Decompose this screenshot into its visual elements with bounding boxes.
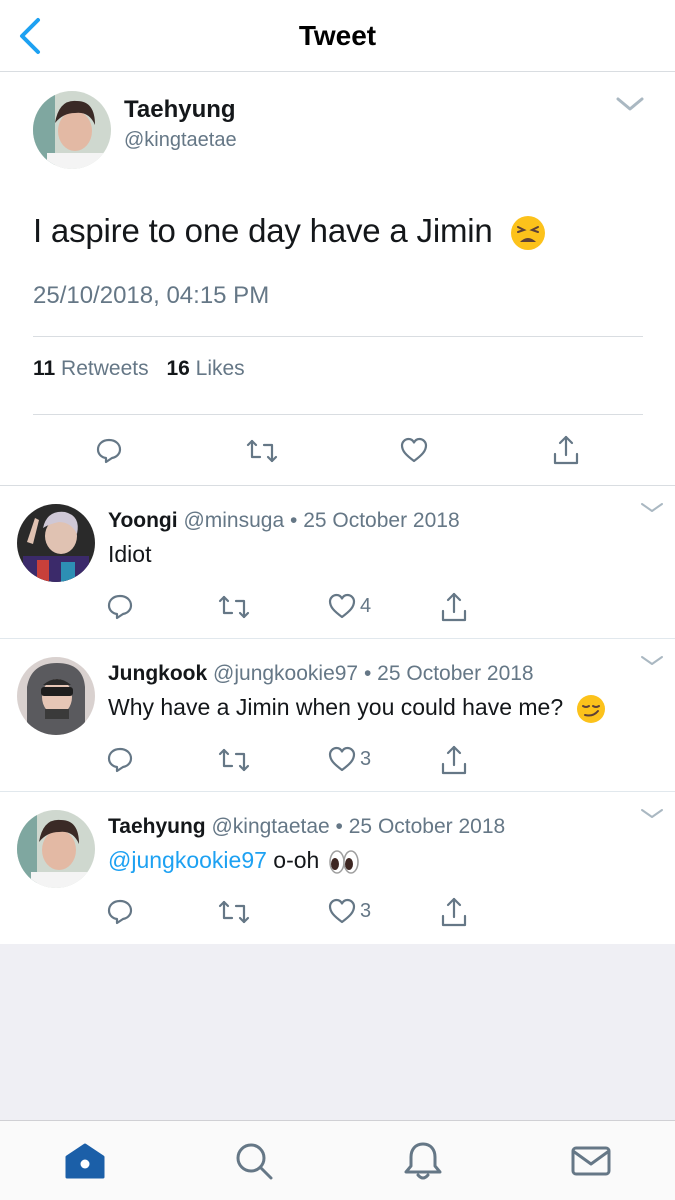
retweet-count[interactable]: 11 — [33, 357, 55, 380]
reply-author-name[interactable]: Yoongi — [108, 509, 178, 532]
reply-date: 25 October 2018 — [377, 662, 534, 685]
tweet-text-content: I aspire to one day have a Jimin — [33, 212, 493, 249]
reply-icon — [96, 438, 122, 464]
reply-tweet[interactable]: Jungkook @jungkookie97 • 25 October 2018… — [0, 640, 675, 792]
like-count: 4 — [360, 595, 372, 617]
heart-icon — [328, 746, 356, 772]
chevron-down-icon — [641, 656, 663, 665]
share-button[interactable] — [440, 744, 468, 776]
reply-header: Yoongi @minsuga • 25 October 2018 — [108, 509, 460, 533]
tweet-timestamp: 25/10/2018, 04:15 PM — [33, 282, 270, 309]
mention-link[interactable]: @jungkookie97 — [108, 847, 267, 873]
heart-icon — [328, 898, 356, 924]
smirking-face-emoji — [576, 695, 605, 723]
tweet-text: I aspire to one day have a Jimin — [33, 212, 546, 251]
retweet-icon — [246, 439, 278, 463]
reply-icon — [107, 594, 133, 620]
separator-dot: • — [363, 662, 372, 685]
reply-button[interactable] — [95, 437, 123, 465]
retweet-icon — [218, 595, 250, 619]
retweet-button[interactable] — [218, 594, 250, 620]
page-title: Tweet — [298, 20, 377, 51]
tweet-stats: 11 Retweets 16 Likes — [33, 357, 245, 381]
retweet-button[interactable] — [218, 747, 250, 773]
reply-author-name[interactable]: Jungkook — [108, 662, 207, 685]
reply-header: Jungkook @jungkookie97 • 25 October 2018 — [108, 662, 534, 686]
reply-text: Idiot — [108, 541, 152, 567]
like-count[interactable]: 16 — [166, 357, 189, 380]
share-icon — [441, 897, 467, 927]
like-count: 3 — [360, 900, 372, 922]
main-tweet: Taehyung @kingtaetae I aspire to one day… — [0, 72, 675, 486]
retweet-button[interactable] — [246, 438, 278, 464]
divider — [33, 336, 643, 337]
like-button[interactable] — [400, 437, 428, 463]
like-button[interactable] — [328, 898, 356, 924]
share-button[interactable] — [440, 591, 468, 623]
share-icon — [553, 435, 579, 465]
reply-text: @jungkookie97 o-oh — [108, 847, 360, 875]
separator-dot: • — [335, 815, 343, 838]
chevron-down-icon — [641, 503, 663, 512]
retweet-label[interactable]: Retweets — [61, 357, 149, 380]
divider — [33, 414, 643, 415]
tab-messages[interactable] — [569, 1139, 613, 1183]
reply-author-handle[interactable]: @minsuga — [183, 509, 284, 532]
reply-author-handle[interactable]: @kingtaetae — [211, 815, 329, 838]
separator-dot: • — [289, 509, 298, 532]
search-icon — [236, 1143, 273, 1180]
share-icon — [441, 592, 467, 622]
heart-icon — [328, 593, 356, 619]
empty-background — [0, 944, 675, 1120]
messages-icon — [571, 1146, 611, 1176]
reply-icon — [107, 747, 133, 773]
reply-button[interactable] — [106, 593, 134, 621]
reply-date: 25 October 2018 — [303, 509, 460, 532]
author-name[interactable]: Taehyung — [124, 96, 236, 124]
reply-text-content: Why have a Jimin when you could have me? — [108, 694, 564, 721]
tab-notifications[interactable] — [401, 1139, 445, 1183]
reply-text-content: o-oh — [273, 847, 320, 873]
tweet-options-button[interactable] — [615, 94, 645, 114]
tab-home[interactable] — [63, 1139, 107, 1183]
reply-options-button[interactable] — [640, 654, 664, 668]
chevron-down-icon — [641, 809, 663, 818]
avatar[interactable] — [17, 810, 95, 888]
reply-button[interactable] — [106, 746, 134, 774]
like-button[interactable] — [328, 593, 356, 619]
avatar[interactable] — [33, 91, 111, 169]
reply-tweet[interactable]: Yoongi @minsuga • 25 October 2018 Idiot … — [0, 487, 675, 639]
reply-text: Why have a Jimin when you could have me? — [108, 694, 606, 724]
nav-header: Tweet — [0, 0, 675, 72]
notifications-icon — [404, 1142, 442, 1180]
tired-face-emoji — [510, 216, 545, 251]
chevron-down-icon — [616, 97, 644, 111]
reply-header: Taehyung @kingtaetae • 25 October 2018 — [108, 815, 505, 839]
home-icon — [65, 1143, 105, 1179]
reply-options-button[interactable] — [640, 501, 664, 515]
reply-options-button[interactable] — [640, 807, 664, 821]
tab-bar — [0, 1120, 675, 1200]
share-button[interactable] — [440, 896, 468, 928]
reply-author-handle[interactable]: @jungkookie97 — [213, 662, 358, 685]
like-button[interactable] — [328, 746, 356, 772]
retweet-button[interactable] — [218, 899, 250, 925]
reply-icon — [107, 899, 133, 925]
reply-date: 25 October 2018 — [348, 815, 506, 838]
like-label[interactable]: Likes — [196, 357, 245, 380]
heart-icon — [400, 437, 428, 463]
share-button[interactable] — [552, 434, 580, 466]
like-count: 3 — [360, 748, 372, 770]
retweet-icon — [218, 748, 250, 772]
eyes-emoji — [328, 850, 359, 874]
avatar[interactable] — [17, 657, 95, 735]
reply-author-name[interactable]: Taehyung — [108, 815, 206, 838]
retweet-icon — [218, 900, 250, 924]
share-icon — [441, 745, 467, 775]
tab-search[interactable] — [232, 1139, 276, 1183]
reply-button[interactable] — [106, 898, 134, 926]
author-handle[interactable]: @kingtaetae — [124, 129, 237, 152]
avatar[interactable] — [17, 504, 95, 582]
reply-tweet[interactable]: Taehyung @kingtaetae • 25 October 2018 @… — [0, 793, 675, 944]
